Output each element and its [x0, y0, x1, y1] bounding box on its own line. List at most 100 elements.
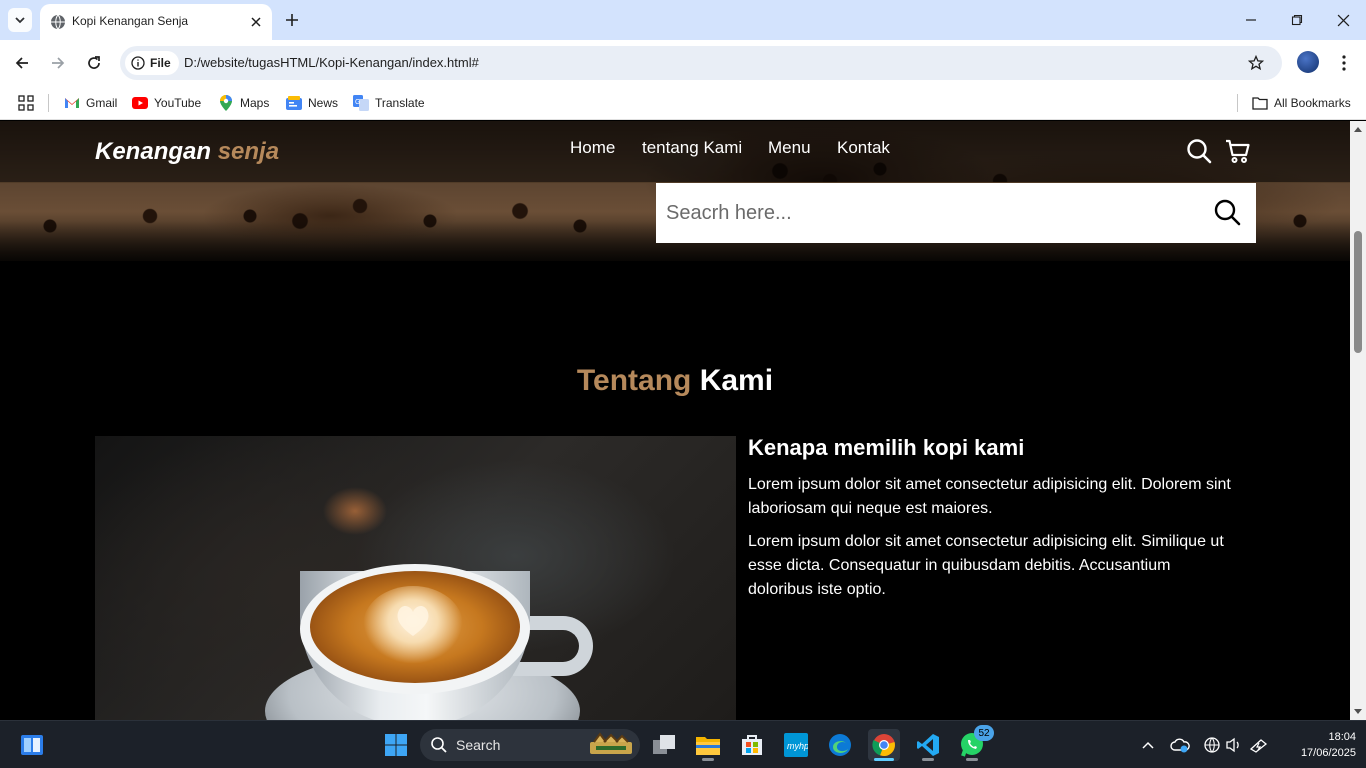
taskbar-search[interactable]: Search [420, 729, 640, 761]
about-paragraph: Lorem ipsum dolor sit amet consectetur a… [748, 476, 1231, 517]
tab-strip: Kopi Kenangan Senja [0, 0, 1366, 40]
url-text[interactable]: D:/website/tugasHTML/Kopi-Kenangan/index… [184, 55, 479, 70]
arrow-left-icon [15, 57, 28, 69]
reload-button[interactable] [82, 51, 106, 75]
notification-badge: 52 [974, 725, 994, 741]
search-icon [1214, 199, 1241, 226]
chevron-down-icon [15, 17, 25, 24]
gmail-icon [64, 95, 80, 111]
about-title-accent: Tentang [576, 364, 692, 397]
vscode-icon [917, 734, 939, 756]
battery-charging-icon [1249, 739, 1268, 753]
edge-icon [829, 734, 851, 756]
info-icon [131, 56, 145, 70]
plus-icon [286, 14, 298, 26]
all-bookmarks-label: All Bookmarks [1274, 96, 1351, 110]
folder-icon [1252, 95, 1268, 111]
reload-icon [88, 56, 100, 69]
triangle-down-icon [1354, 709, 1362, 714]
star-icon [1248, 55, 1264, 71]
search-submit-button[interactable] [1212, 197, 1242, 227]
volume-tray-icon[interactable] [1224, 733, 1244, 757]
nav-about[interactable]: tentang Kami [642, 138, 742, 158]
minimize-button[interactable] [1237, 8, 1265, 32]
all-bookmarks-button[interactable]: All Bookmarks [1252, 93, 1351, 113]
nav-menu[interactable]: Menu [768, 138, 811, 158]
restore-icon [1291, 14, 1303, 26]
triangle-up-icon [1354, 127, 1362, 132]
system-clock[interactable]: 18:04 17/06/2025 [1276, 729, 1356, 761]
tab-close-button[interactable] [246, 12, 266, 32]
page-scrollbar[interactable] [1350, 121, 1366, 720]
nav-home[interactable]: Home [570, 138, 615, 158]
battery-tray-icon[interactable] [1249, 733, 1269, 757]
apps-button[interactable] [18, 93, 34, 113]
site-navbar: Kenangan senja Home tentang Kami Menu Ko… [0, 121, 1350, 183]
browser-tab[interactable]: Kopi Kenangan Senja [40, 4, 272, 40]
tab-title: Kopi Kenangan Senja [72, 14, 189, 28]
search-toggle-button[interactable] [1184, 136, 1214, 166]
bookmark-label: Maps [240, 96, 270, 110]
network-tray-icon[interactable] [1202, 733, 1222, 757]
bookmarks-bar: Gmail YouTube Maps News G Translate All … [0, 86, 1366, 120]
scrollbar-thumb[interactable] [1354, 231, 1362, 353]
ms-store-button[interactable] [736, 729, 768, 761]
chrome-icon [872, 734, 895, 757]
windows-logo-icon [385, 734, 407, 756]
latte-coffee-image [95, 436, 736, 720]
tab-search-button[interactable] [8, 8, 32, 32]
new-tab-button[interactable] [282, 10, 302, 30]
scroll-down-arrow[interactable] [1353, 707, 1363, 717]
bookmark-label: Gmail [86, 96, 118, 110]
more-vert-icon [1342, 55, 1346, 71]
site-logo[interactable]: Kenangan senja [95, 138, 279, 166]
bookmark-youtube[interactable]: YouTube [132, 93, 201, 113]
show-hidden-icons-button[interactable] [1138, 733, 1158, 757]
widgets-icon [21, 735, 43, 755]
address-bar[interactable]: File D:/website/tugasHTML/Kopi-Kenangan/… [120, 46, 1282, 80]
bookmark-news[interactable]: News [286, 93, 338, 113]
cart-icon [1226, 139, 1250, 163]
bookmark-translate[interactable]: G Translate [353, 93, 425, 113]
speaker-icon [1226, 737, 1239, 753]
hp-app-button[interactable]: myhp [780, 729, 812, 761]
bookmark-maps[interactable]: Maps [218, 93, 269, 113]
search-highlight-icon [590, 732, 632, 754]
back-button[interactable] [10, 51, 34, 75]
search-input[interactable] [666, 193, 1186, 233]
close-window-button[interactable] [1329, 8, 1357, 32]
chrome-button[interactable] [868, 729, 900, 761]
task-view-button[interactable] [648, 729, 680, 761]
file-explorer-button[interactable] [692, 729, 724, 761]
cart-button[interactable] [1223, 136, 1253, 166]
widgets-button[interactable] [16, 729, 48, 761]
maps-icon [218, 95, 234, 111]
svg-text:myhp: myhp [787, 741, 808, 751]
bookmark-gmail[interactable]: Gmail [64, 93, 117, 113]
about-content: Kenapa memilih kopi kami Lorem ipsum dol… [748, 435, 1238, 611]
forward-button[interactable] [46, 51, 70, 75]
task-view-icon [653, 735, 675, 754]
translate-icon: G [353, 95, 369, 111]
arrow-right-icon [52, 57, 65, 69]
bookmark-label: Translate [375, 96, 425, 110]
edge-button[interactable] [824, 729, 856, 761]
apps-grid-icon [18, 95, 34, 111]
search-form [656, 183, 1256, 243]
nav-contact[interactable]: Kontak [837, 138, 890, 158]
onedrive-tray-icon[interactable] [1170, 733, 1190, 757]
profile-avatar[interactable] [1297, 51, 1319, 73]
vscode-button[interactable] [912, 729, 944, 761]
restore-button[interactable] [1283, 8, 1311, 32]
start-button[interactable] [380, 729, 412, 761]
about-paragraph: Lorem ipsum dolor sit amet consectetur a… [748, 533, 1224, 598]
bookmark-label: News [308, 96, 339, 110]
about-heading: Kenapa memilih kopi kami [748, 435, 1025, 460]
bookmark-star-button[interactable] [1246, 53, 1266, 73]
minimize-icon [1246, 19, 1256, 21]
browser-menu-button[interactable] [1334, 51, 1354, 75]
whatsapp-button[interactable]: 52 [956, 725, 994, 761]
scroll-up-arrow[interactable] [1353, 124, 1363, 134]
globe-icon [51, 14, 65, 30]
site-info-label: File [150, 56, 171, 70]
